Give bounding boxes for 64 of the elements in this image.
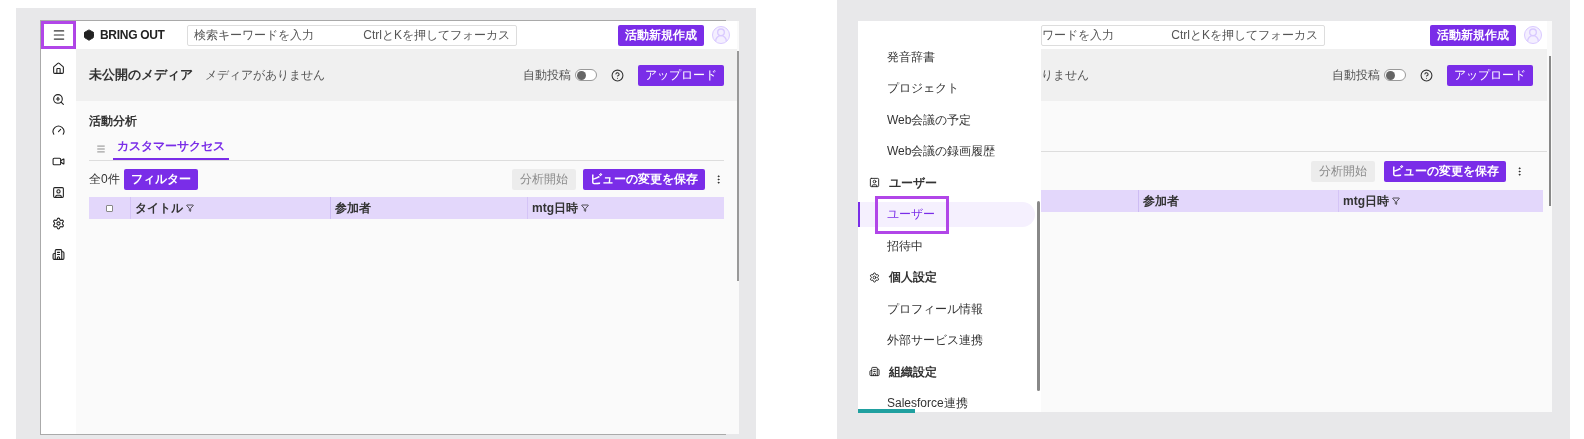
toggle-switch[interactable] [1384, 69, 1406, 81]
user-card-icon [869, 177, 880, 189]
drawer-item[interactable]: Web会議の予定 [858, 107, 1035, 133]
menu-button[interactable] [41, 21, 76, 49]
menu-icon [51, 28, 66, 42]
media-status: りません [1041, 67, 1089, 84]
settings-icon[interactable] [52, 217, 65, 230]
table-header-cell[interactable]: 参加者 [330, 197, 527, 219]
building-icon [869, 366, 880, 378]
create-activity-button[interactable]: 活動新規作成 [618, 24, 704, 46]
drawer-item[interactable]: プロジェクト [858, 75, 1035, 101]
drawer-item[interactable]: Salesforce連携 [858, 390, 1035, 416]
shortcut-hint: CtrlとKを押してフォーカス [1171, 27, 1318, 44]
column-header: 参加者 [335, 200, 371, 217]
create-activity-button[interactable]: 活動新規作成 [1430, 24, 1516, 46]
auto-post-label: 自動投稿 [1332, 67, 1380, 84]
filter-button[interactable]: フィルター [123, 168, 198, 190]
search-field[interactable]: 検索キーワードを入力 CtrlとKを押してフォーカス [187, 24, 517, 46]
help-icon[interactable] [1420, 68, 1433, 82]
column-header: mtg日時 [1343, 193, 1389, 210]
filter-icon[interactable] [186, 204, 194, 212]
tab[interactable]: カスタマーサクセス [113, 137, 229, 160]
table-header-cell[interactable]: mtg日時 [1338, 190, 1538, 212]
gauge-icon[interactable] [52, 124, 65, 137]
building-icon[interactable] [52, 248, 65, 261]
section-title: 活動分析 [89, 113, 138, 130]
auto-post-label: 自動投稿 [523, 67, 571, 84]
drawer-item[interactable]: Web会議の録画履歴 [858, 138, 1035, 164]
drawer-section-title: 組織設定 [889, 363, 937, 381]
user-card-icon[interactable] [52, 186, 65, 199]
column-header: タイトル [135, 200, 183, 217]
drawer-item[interactable]: 招待中 [858, 233, 1035, 259]
logo-text: BRING OUT [100, 27, 165, 44]
table-header-cell[interactable]: 参加者 [1138, 190, 1338, 212]
settings-icon [869, 271, 880, 283]
zoom-in-icon[interactable] [52, 93, 65, 106]
table-header-cell[interactable]: タイトル [130, 197, 330, 219]
cube-logo-icon [83, 29, 95, 41]
drawer-section-title: 個人設定 [889, 269, 937, 287]
column-header: mtg日時 [532, 200, 578, 217]
filter-icon[interactable] [1392, 197, 1400, 205]
toggle-switch[interactable] [575, 69, 597, 81]
media-status: メディアがありません [205, 67, 325, 84]
upload-button[interactable]: アップロード [638, 64, 724, 86]
video-icon[interactable] [52, 155, 65, 168]
result-count: 全0件 [89, 171, 120, 188]
column-header: 参加者 [1143, 193, 1179, 210]
table-header-cell[interactable]: mtg日時 [527, 197, 724, 219]
save-view-button[interactable]: ビューの変更を保存 [1384, 160, 1506, 182]
drawer-item[interactable]: ユーザー [858, 201, 1035, 227]
drawer-section-title: ユーザー [889, 174, 937, 192]
drawer-item[interactable]: 外部サービス連携 [858, 327, 1035, 353]
home-icon[interactable] [52, 62, 65, 75]
drawer-item[interactable]: プロフィール情報 [858, 296, 1035, 322]
search-field[interactable]: ワードを入力 CtrlとKを押してフォーカス [1041, 24, 1325, 46]
save-view-button[interactable]: ビューの変更を保存 [583, 168, 705, 190]
upload-button[interactable]: アップロード [1447, 64, 1533, 86]
shortcut-hint: CtrlとKを押してフォーカス [363, 27, 510, 44]
drawer-item[interactable]: 発音辞書 [858, 44, 1035, 70]
filter-icon[interactable] [581, 204, 589, 212]
link-preview [858, 409, 915, 413]
help-icon[interactable] [611, 68, 624, 82]
select-all-checkbox[interactable] [106, 204, 113, 212]
media-title: 未公開のメディア [89, 66, 193, 85]
